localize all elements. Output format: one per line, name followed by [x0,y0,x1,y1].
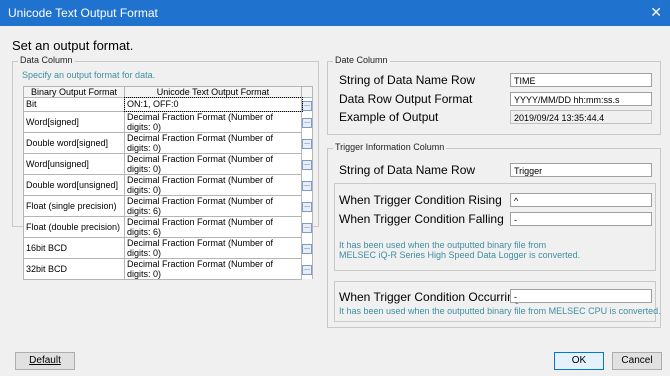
trigger-rising-input[interactable]: ^ [510,193,652,207]
ellipsis-icon: ... [302,223,312,233]
ok-button[interactable]: OK [554,352,604,370]
browse-button[interactable]: ... [301,195,313,216]
cancel-button[interactable]: Cancel [612,352,662,370]
column-header-binary: Binary Output Format [23,86,125,98]
date-name-row-label: String of Data Name Row [339,73,476,87]
browse-button[interactable]: ... [301,132,313,153]
browse-button[interactable]: ... [301,174,313,195]
rise-fall-note-line1: It has been used when the outputted bina… [339,240,547,250]
data-column-hint: Specify an output format for data. [22,70,156,80]
table-row[interactable]: Float (single precision) Decimal Fractio… [23,194,313,217]
browse-button[interactable]: ... [301,97,313,111]
trigger-rising-label: When Trigger Condition Rising [339,193,502,207]
ellipsis-icon: ... [302,265,312,275]
example-output-value: 2019/09/24 13:35:44.4 [510,110,652,124]
unicode-format-cell[interactable]: Decimal Fraction Format (Number of digit… [124,173,302,196]
table-header-row: Binary Output Format Unicode Text Output… [23,86,313,98]
example-output-label: Example of Output [339,110,439,124]
binary-format-cell: Double word[signed] [23,131,125,154]
browse-button[interactable]: ... [301,237,313,258]
table-row[interactable]: Double word[unsigned] Decimal Fraction F… [23,173,313,196]
trigger-name-row-input[interactable]: Trigger [510,163,652,177]
default-button[interactable]: Default [15,352,75,370]
trigger-column-group-label: Trigger Information Column [333,142,447,152]
date-name-row-input[interactable]: TIME [510,73,652,87]
table-row[interactable]: Bit ON:1, OFF:0 ... [23,96,313,112]
table-row[interactable]: Float (double precision) Decimal Fractio… [23,215,313,238]
table-row[interactable]: Double word[signed] Decimal Fraction For… [23,131,313,154]
binary-format-cell: Double word[unsigned] [23,173,125,196]
column-header-unicode: Unicode Text Output Format [124,86,302,98]
trigger-falling-input[interactable]: - [510,212,652,226]
binary-format-cell: 32bit BCD [23,257,125,280]
binary-format-cell: Float (double precision) [23,215,125,238]
page-heading: Set an output format. [12,38,134,53]
title-bar: Unicode Text Output Format ✕ [0,0,670,26]
ellipsis-icon: ... [302,181,312,191]
ellipsis-icon: ... [302,244,312,254]
binary-format-cell: 16bit BCD [23,236,125,259]
unicode-format-cell[interactable]: Decimal Fraction Format (Number of digit… [124,257,302,280]
unicode-format-cell[interactable]: Decimal Fraction Format (Number of digit… [124,215,302,238]
binary-format-cell: Float (single precision) [23,194,125,217]
date-column-group-label: Date Column [333,55,390,65]
browse-button[interactable]: ... [301,216,313,237]
table-row[interactable]: 32bit BCD Decimal Fraction Format (Numbe… [23,257,313,280]
data-format-table: Binary Output Format Unicode Text Output… [23,86,313,280]
unicode-format-cell[interactable]: Decimal Fraction Format (Number of digit… [124,131,302,154]
rise-fall-note-line2: MELSEC iQ-R Series High Speed Data Logge… [339,250,581,260]
browse-button[interactable]: ... [301,111,313,132]
table-row[interactable]: 16bit BCD Decimal Fraction Format (Numbe… [23,236,313,259]
date-output-format-input[interactable]: YYYY/MM/DD hh:mm:ss.s [510,92,652,106]
close-icon[interactable]: ✕ [650,4,662,21]
browse-button[interactable]: ... [301,153,313,174]
trigger-name-row-label: String of Data Name Row [339,163,476,177]
ellipsis-icon: ... [302,118,312,128]
date-output-format-label: Data Row Output Format [339,92,473,106]
binary-format-cell: Word[unsigned] [23,152,125,175]
unicode-format-cell[interactable]: Decimal Fraction Format (Number of digit… [124,194,302,217]
unicode-format-cell[interactable]: Decimal Fraction Format (Number of digit… [124,152,302,175]
ellipsis-icon: ... [302,139,312,149]
trigger-falling-label: When Trigger Condition Falling [339,212,504,226]
binary-format-cell: Bit [23,97,125,112]
table-row[interactable]: Word[unsigned] Decimal Fraction Format (… [23,152,313,175]
ellipsis-icon: ... [302,160,312,170]
unicode-format-cell[interactable]: Decimal Fraction Format (Number of digit… [124,110,302,133]
trigger-occurring-input[interactable]: - [510,289,652,303]
data-column-group-label: Data Column [18,55,75,65]
binary-format-cell: Word[signed] [23,110,125,133]
unicode-format-cell[interactable]: ON:1, OFF:0 [123,96,303,112]
unicode-format-cell[interactable]: Decimal Fraction Format (Number of digit… [124,236,302,259]
occurring-note: It has been used when the outputted bina… [339,306,661,316]
browse-button[interactable]: ... [301,258,313,279]
table-row[interactable]: Word[signed] Decimal Fraction Format (Nu… [23,110,313,133]
ellipsis-icon: ... [302,202,312,212]
column-header-spacer [301,86,313,98]
window-title: Unicode Text Output Format [8,6,158,20]
ellipsis-icon: ... [302,101,312,111]
trigger-occurring-label: When Trigger Condition Occurring [339,290,521,304]
